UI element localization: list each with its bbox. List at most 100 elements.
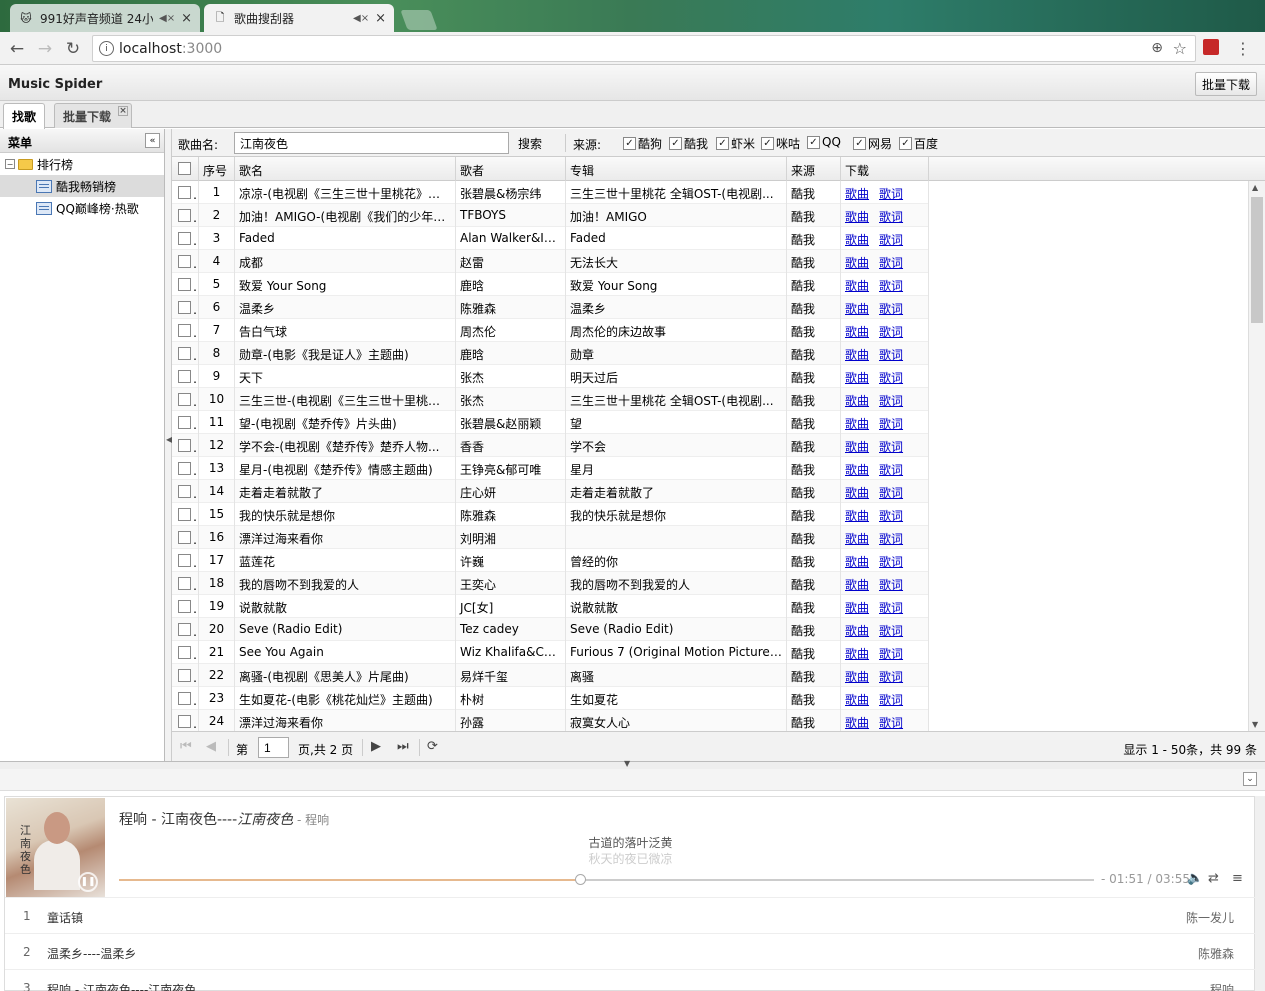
download-song-link[interactable]: 歌曲 [845,555,869,569]
mute-icon[interactable]: ◀× [353,13,369,24]
checkbox[interactable] [178,577,191,590]
playlist-item[interactable]: 3 程响 - 江南夜色----江南夜色 程响 [5,969,1256,991]
source-checkbox-migu[interactable]: ✓ 咪咕 [761,135,800,152]
download-lyric-link[interactable]: 歌词 [879,578,903,592]
last-page-icon[interactable]: ⏭ [397,739,409,754]
tree-node-charts[interactable]: − 排行榜 [0,153,164,175]
column-header-source[interactable]: 来源 [787,157,841,181]
collapse-toggle-icon[interactable]: − [5,159,15,169]
download-song-link[interactable]: 歌曲 [845,647,869,661]
sidebar-item-kuwo-bestsellers[interactable]: 酷我畅销榜 [0,175,164,197]
first-page-icon[interactable]: ⏮ [180,739,192,754]
download-lyric-link[interactable]: 歌词 [879,256,903,270]
table-row[interactable]: 14 走着走着就散了 庄心妍 走着走着就散了 酷我 歌曲 歌词 [172,480,929,503]
table-row[interactable]: 10 三生三世-(电视剧《三生三世十里桃花》... 张杰 三生三世十里桃花 全辑OST… [172,388,929,411]
checkbox[interactable] [178,301,191,314]
download-song-link[interactable]: 歌曲 [845,509,869,523]
download-song-link[interactable]: 歌曲 [845,256,869,270]
checkbox[interactable] [178,416,191,429]
close-tab-icon[interactable]: × [118,106,129,116]
checkbox[interactable]: ✓ [669,137,682,150]
checkbox[interactable] [178,347,191,360]
pause-icon[interactable]: ❚❚ [78,872,98,892]
batch-download-button[interactable]: 批量下载 [1194,72,1257,96]
splitter-handle[interactable]: ◀ [165,129,172,761]
player-splitter[interactable]: ▼ [0,759,1265,769]
checkbox[interactable] [178,439,191,452]
download-song-link[interactable]: 歌曲 [845,578,869,592]
row-checkbox[interactable] [172,687,199,710]
download-lyric-link[interactable]: 歌词 [879,555,903,569]
download-lyric-link[interactable]: 歌词 [879,348,903,362]
row-checkbox[interactable] [172,227,199,250]
progress-bar[interactable] [119,874,1094,885]
table-row[interactable]: 22 离骚-(电视剧《思美人》片尾曲) 易烊千玺 离骚 酷我 歌曲 歌词 [172,664,929,687]
page-number-input[interactable] [258,737,289,758]
table-row[interactable]: 24 漂洋过海来看你 孙露 寂寞女人心 酷我 歌曲 歌词 [172,710,929,731]
row-checkbox[interactable] [172,549,199,572]
row-checkbox[interactable] [172,641,199,664]
row-checkbox[interactable] [172,250,199,273]
checkbox[interactable] [178,255,191,268]
download-song-link[interactable]: 歌曲 [845,716,869,730]
download-song-link[interactable]: 歌曲 [845,187,869,201]
download-lyric-link[interactable]: 歌词 [879,394,903,408]
checkbox[interactable]: ✓ [761,137,774,150]
download-lyric-link[interactable]: 歌词 [879,187,903,201]
checkbox[interactable] [178,508,191,521]
loop-icon[interactable]: ⇄ [1208,871,1219,886]
checkbox[interactable] [178,554,191,567]
table-row[interactable]: 7 告白气球 周杰伦 周杰伦的床边故事 酷我 歌曲 歌词 [172,319,929,342]
expand-arrow-icon[interactable]: ▼ [624,759,630,768]
table-row[interactable]: 23 生如夏花-(电影《桃花灿烂》主题曲) 朴树 生如夏花 酷我 歌曲 歌词 [172,687,929,710]
table-row[interactable]: 15 我的快乐就是想你 陈雅森 我的快乐就是想你 酷我 歌曲 歌词 [172,503,929,526]
download-lyric-link[interactable]: 歌词 [879,233,903,247]
row-checkbox[interactable] [172,388,199,411]
table-row[interactable]: 1 凉凉-(电视剧《三生三世十里桃花》片尾曲) 张碧晨&杨宗纬 三生三世十里桃花 全辑… [172,181,929,204]
checkbox[interactable] [178,370,191,383]
address-bar[interactable]: i localhost:3000 ⊕ ☆ [92,35,1196,62]
checkbox[interactable] [178,232,191,245]
download-lyric-link[interactable]: 歌词 [879,279,903,293]
source-checkbox-kuwo[interactable]: ✓ 酷我 [669,135,708,152]
checkbox[interactable] [178,324,191,337]
download-lyric-link[interactable]: 歌词 [879,624,903,638]
row-checkbox[interactable] [172,572,199,595]
close-tab-icon[interactable]: × [181,11,192,26]
table-row[interactable]: 8 勋章-(电影《我是证人》主题曲) 鹿晗 勋章 酷我 歌曲 歌词 [172,342,929,365]
table-row[interactable]: 12 学不会-(电视剧《楚乔传》楚乔人物... 香香 学不会 酷我 歌曲 歌词 [172,434,929,457]
download-song-link[interactable]: 歌曲 [845,440,869,454]
table-row[interactable]: 16 漂洋过海来看你 刘明湘 酷我 歌曲 歌词 [172,526,929,549]
next-page-icon[interactable]: ▶ [371,739,381,754]
row-checkbox[interactable] [172,411,199,434]
browser-tab-song-scraper[interactable]: 🗋 歌曲搜刮器 ◀× × [204,4,394,32]
select-all-checkbox[interactable] [172,157,199,181]
source-checkbox-baidu[interactable]: ✓ 百度 [899,135,938,152]
table-row[interactable]: 4 成都 赵雷 无法长大 酷我 歌曲 歌词 [172,250,929,273]
tab-batch-download[interactable]: 批量下载 × [54,103,133,128]
download-song-link[interactable]: 歌曲 [845,394,869,408]
checkbox[interactable] [178,462,191,475]
column-header-download[interactable]: 下载 [841,157,929,181]
checkbox[interactable]: ✓ [807,135,820,149]
scroll-up-icon[interactable]: ▲ [1252,183,1258,192]
checkbox[interactable] [178,209,191,222]
search-button[interactable]: 搜索 [514,133,546,153]
checkbox[interactable] [178,531,191,544]
new-tab-button[interactable] [400,10,438,30]
scroll-thumb[interactable] [1251,197,1263,323]
row-checkbox[interactable] [172,710,199,731]
tab-find-song[interactable]: 找歌 [3,103,46,129]
download-lyric-link[interactable]: 歌词 [879,210,903,224]
row-checkbox[interactable] [172,204,199,227]
row-checkbox[interactable] [172,434,199,457]
row-checkbox[interactable] [172,503,199,526]
download-song-link[interactable]: 歌曲 [845,210,869,224]
download-song-link[interactable]: 歌曲 [845,279,869,293]
table-row[interactable]: 20 Seve (Radio Edit) Tez cadey Seve (Radio … [172,618,929,641]
download-song-link[interactable]: 歌曲 [845,417,869,431]
collapse-panel-icon[interactable]: ⌄ [1243,772,1257,786]
checkbox[interactable]: ✓ [853,137,866,150]
checkbox[interactable] [178,623,191,636]
reload-icon[interactable]: ↻ [62,38,84,60]
